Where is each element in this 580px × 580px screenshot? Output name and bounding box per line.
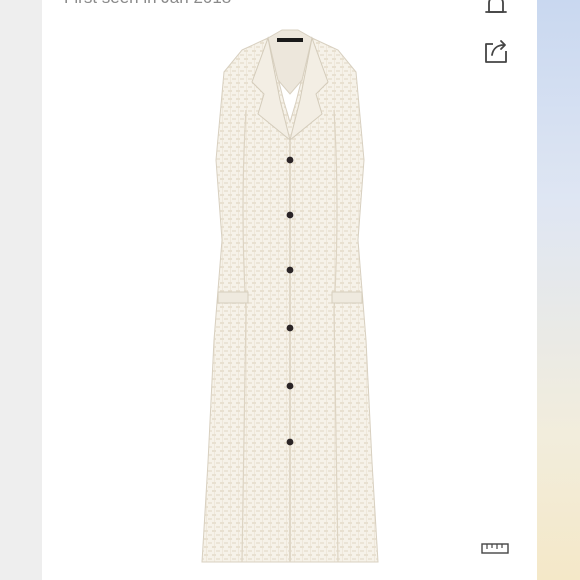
dress-brand-label — [277, 38, 303, 42]
dress-button-3 — [286, 266, 294, 274]
right-background — [537, 0, 580, 580]
dress-button-1 — [286, 156, 294, 164]
dress-product-image[interactable] — [180, 10, 400, 576]
dress-button-6 — [286, 438, 294, 446]
first-seen-text: First seen in Jan 2018 — [64, 0, 231, 8]
left-background — [0, 0, 42, 580]
ruler-icon — [481, 543, 509, 554]
notify-button[interactable] — [480, 0, 512, 22]
dress-button-5 — [286, 382, 294, 390]
bell-icon — [485, 0, 507, 13]
dress-pocket-right — [331, 291, 363, 304]
share-button[interactable] — [480, 36, 512, 66]
dress-button-4 — [286, 324, 294, 332]
dress-button-2 — [286, 211, 294, 219]
share-icon — [485, 40, 507, 63]
size-guide-button[interactable] — [478, 538, 512, 558]
dress-pocket-left — [217, 291, 249, 304]
listing-photo-panel: First seen in Jan 2018 — [42, 0, 537, 580]
